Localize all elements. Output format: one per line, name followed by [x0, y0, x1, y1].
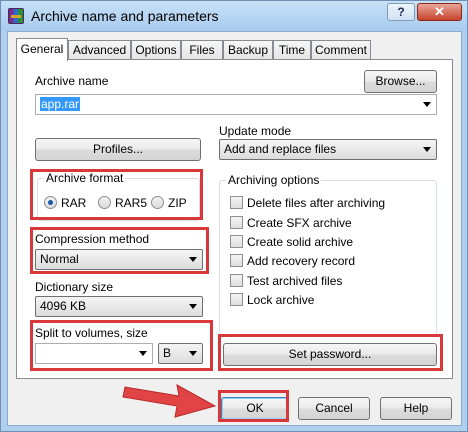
split-volumes-unit-value: B [163, 346, 172, 360]
red-arrow-annotation [122, 384, 217, 418]
tab-advanced[interactable]: Advanced [68, 40, 131, 60]
tab-backup[interactable]: Backup [223, 40, 273, 60]
radio-zip[interactable]: ZIP [151, 195, 197, 211]
profiles-button[interactable]: Profiles... [35, 138, 201, 161]
help-button[interactable]: Help [380, 397, 452, 420]
chevron-down-icon[interactable] [423, 147, 431, 152]
tab-time[interactable]: Time [273, 40, 311, 60]
chevron-down-icon[interactable] [189, 304, 197, 309]
checkbox-create-sfx-label: Create SFX archive [247, 216, 352, 230]
general-panel: Archive name Browse... app.rar Update mo… [16, 59, 453, 379]
radio-icon[interactable] [151, 196, 164, 209]
radio-rar5[interactable]: RAR5 [98, 195, 148, 211]
archiving-options-group: Archiving options Delete files after arc… [219, 173, 437, 335]
checkbox-test-files-label: Test archived files [247, 274, 343, 288]
checkbox-lock-archive-label: Lock archive [247, 293, 315, 307]
radio-rar-label: RAR [61, 196, 87, 210]
browse-button[interactable]: Browse... [364, 70, 437, 93]
chevron-down-icon[interactable] [423, 102, 431, 107]
chevron-down-icon[interactable] [189, 257, 197, 262]
title-bar: Archive name and parameters ? ✕ [1, 1, 467, 31]
dictionary-size-select[interactable]: 4096 KB [35, 296, 203, 317]
archive-format-group: Archive format RAR RAR5 ZIP [37, 171, 200, 221]
tab-general[interactable]: General [16, 38, 68, 61]
checkbox-icon[interactable] [230, 235, 243, 248]
update-mode-value: Add and replace files [224, 142, 337, 156]
ok-button[interactable]: OK [221, 397, 289, 420]
dialog-client: General Advanced Options Files Backup Ti… [7, 31, 462, 426]
split-volumes-label: Split to volumes, size [35, 326, 148, 340]
checkbox-create-solid-label: Create solid archive [247, 235, 354, 249]
checkbox-icon[interactable] [230, 196, 243, 209]
set-password-button[interactable]: Set password... [223, 343, 437, 366]
tab-files[interactable]: Files [181, 40, 223, 60]
checkbox-test-files[interactable]: Test archived files [230, 273, 410, 289]
split-volumes-unit-select[interactable]: B [158, 343, 203, 364]
update-mode-label: Update mode [219, 124, 292, 138]
radio-selected-icon[interactable] [44, 196, 57, 209]
archive-name-value: app.rar [40, 97, 81, 111]
cancel-button[interactable]: Cancel [298, 397, 370, 420]
checkbox-create-solid[interactable]: Create solid archive [230, 234, 410, 250]
update-mode-select[interactable]: Add and replace files [219, 139, 437, 160]
checkbox-icon[interactable] [230, 254, 243, 267]
chevron-down-icon[interactable] [139, 351, 147, 356]
checkbox-icon[interactable] [230, 274, 243, 287]
checkbox-icon[interactable] [230, 216, 243, 229]
chevron-down-icon[interactable] [189, 351, 197, 356]
tab-comment[interactable]: Comment [311, 40, 371, 60]
help-title-button[interactable]: ? [387, 3, 415, 21]
archive-format-label: Archive format [44, 171, 126, 185]
radio-icon[interactable] [98, 196, 111, 209]
archive-name-label: Archive name [35, 74, 109, 88]
checkbox-create-sfx[interactable]: Create SFX archive [230, 215, 410, 231]
dialog-window: Archive name and parameters ? ✕ General … [0, 0, 468, 432]
checkbox-lock-archive[interactable]: Lock archive [230, 292, 410, 308]
checkbox-delete-files[interactable]: Delete files after archiving [230, 195, 410, 211]
checkbox-delete-files-label: Delete files after archiving [247, 196, 386, 210]
radio-zip-label: ZIP [168, 196, 187, 210]
archive-name-input[interactable]: app.rar [35, 94, 437, 115]
checkbox-recovery-record-label: Add recovery record [247, 254, 356, 268]
compression-method-value: Normal [40, 252, 79, 266]
checkbox-icon[interactable] [230, 293, 243, 306]
dictionary-size-value: 4096 KB [40, 299, 87, 313]
radio-rar[interactable]: RAR [44, 195, 90, 211]
archiving-options-label: Archiving options [226, 173, 322, 187]
compression-method-select[interactable]: Normal [35, 249, 203, 270]
close-button[interactable]: ✕ [417, 3, 462, 21]
radio-rar5-label: RAR5 [115, 196, 148, 210]
window-title: Archive name and parameters [31, 8, 219, 24]
compression-method-label: Compression method [35, 232, 150, 246]
winrar-icon [8, 8, 24, 24]
checkbox-recovery-record[interactable]: Add recovery record [230, 253, 410, 269]
tab-options[interactable]: Options [131, 40, 181, 60]
dictionary-size-label: Dictionary size [35, 280, 114, 294]
split-volumes-size-input[interactable] [35, 343, 153, 364]
